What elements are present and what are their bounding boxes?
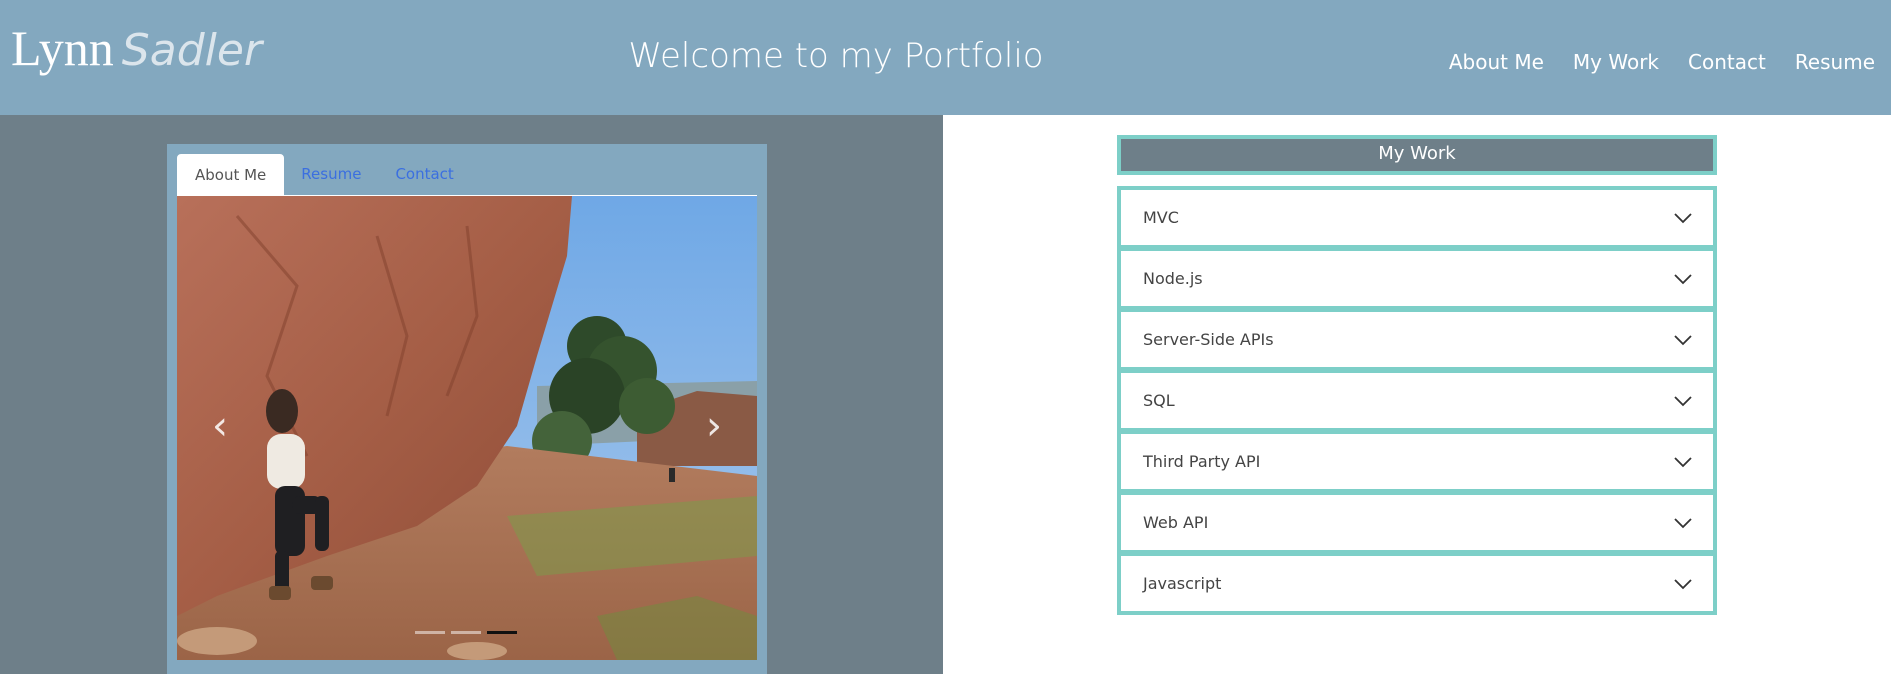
accordion-item-server-side-apis[interactable]: Server-Side APIs — [1121, 312, 1713, 367]
hiking-photo — [177, 196, 757, 660]
carousel-prev-button[interactable]: ‹ — [205, 406, 235, 446]
tab-about-me[interactable]: About Me — [177, 154, 285, 195]
accordion-item-label: Node.js — [1143, 269, 1203, 288]
about-tabs: About Me Resume Contact — [177, 154, 757, 196]
carousel-indicator-2[interactable] — [451, 631, 481, 634]
my-work-heading: My Work — [1117, 135, 1717, 175]
nav-contact[interactable]: Contact — [1688, 50, 1766, 74]
accordion-item-label: SQL — [1143, 391, 1175, 410]
chevron-left-icon: ‹ — [212, 403, 228, 449]
accordion-item-nodejs[interactable]: Node.js — [1121, 251, 1713, 306]
carousel-indicator-3[interactable] — [487, 631, 517, 634]
chevron-down-icon — [1674, 456, 1692, 467]
photo-carousel[interactable]: ‹ › — [177, 196, 757, 660]
accordion-item-third-party-api[interactable]: Third Party API — [1121, 434, 1713, 489]
carousel-indicators — [415, 631, 517, 634]
work-accordion: MVC Node.js Server-Side APIs SQL Third P… — [1117, 186, 1717, 615]
main-nav: About Me My Work Contact Resume — [1449, 50, 1875, 74]
carousel-indicator-1[interactable] — [415, 631, 445, 634]
chevron-down-icon — [1674, 517, 1692, 528]
accordion-item-label: MVC — [1143, 208, 1179, 227]
my-work-section: My Work MVC Node.js Server-Side APIs SQL… — [1117, 135, 1717, 615]
page-title: Welcome to my Portfolio — [628, 36, 1044, 76]
accordion-item-sql[interactable]: SQL — [1121, 373, 1713, 428]
chevron-down-icon — [1674, 273, 1692, 284]
accordion-item-web-api[interactable]: Web API — [1121, 495, 1713, 550]
chevron-right-icon: › — [706, 403, 722, 449]
tab-contact[interactable]: Contact — [378, 154, 470, 195]
nav-about-me[interactable]: About Me — [1449, 50, 1544, 74]
accordion-item-mvc[interactable]: MVC — [1121, 190, 1713, 245]
accordion-item-javascript[interactable]: Javascript — [1121, 556, 1713, 611]
nav-resume[interactable]: Resume — [1795, 50, 1875, 74]
nav-my-work[interactable]: My Work — [1573, 50, 1659, 74]
about-card: About Me Resume Contact ‹ › — [167, 144, 767, 674]
accordion-item-label: Web API — [1143, 513, 1209, 532]
carousel-next-button[interactable]: › — [699, 406, 729, 446]
chevron-down-icon — [1674, 578, 1692, 589]
accordion-item-label: Server-Side APIs — [1143, 330, 1274, 349]
chevron-down-icon — [1674, 334, 1692, 345]
site-header: Lynn Sadler Welcome to my Portfolio About… — [0, 0, 1891, 115]
tab-resume[interactable]: Resume — [284, 154, 378, 195]
accordion-item-label: Javascript — [1143, 574, 1222, 593]
chevron-down-icon — [1674, 212, 1692, 223]
chevron-down-icon — [1674, 395, 1692, 406]
accordion-item-label: Third Party API — [1143, 452, 1261, 471]
